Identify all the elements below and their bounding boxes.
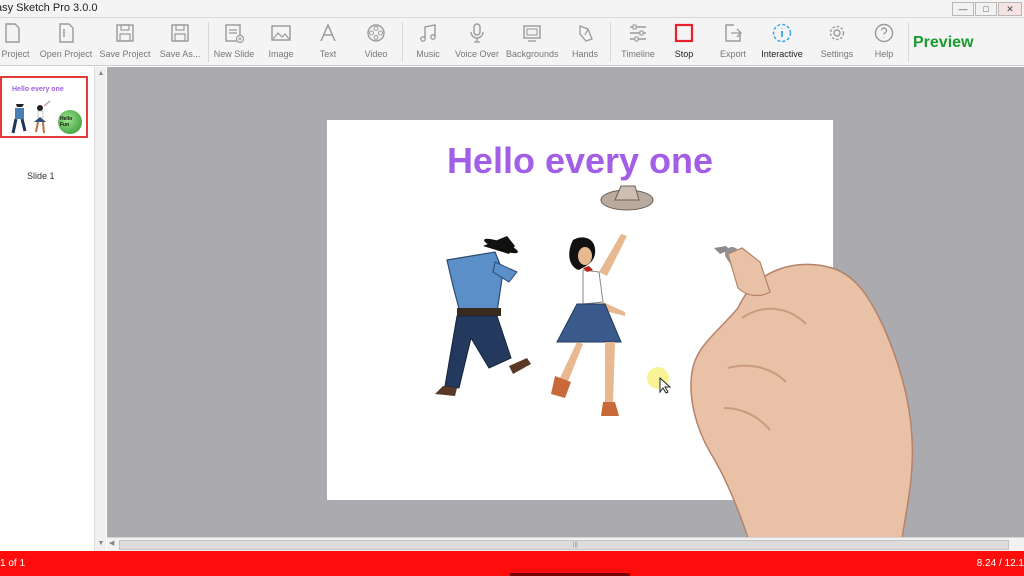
thumbnail-title: Hello every one: [12, 86, 64, 93]
music-icon: [420, 24, 436, 42]
open-project-label: Open Project: [39, 49, 93, 59]
stop-label: Stop: [674, 49, 694, 59]
open-project-button[interactable]: Open Project: [38, 18, 94, 66]
image-button[interactable]: Image: [262, 18, 300, 66]
maximize-button[interactable]: □: [975, 2, 997, 16]
settings-label: Settings: [820, 49, 854, 59]
slides-vertical-scrollbar[interactable]: ▲ ▼: [94, 67, 106, 551]
stop-icon: [674, 23, 694, 43]
image-icon: [271, 25, 291, 41]
minimize-button[interactable]: —: [952, 2, 974, 16]
backgrounds-label: Backgrounds: [506, 49, 559, 59]
help-button[interactable]: Help: [866, 18, 902, 66]
playback-time: 8.24 / 12.1: [976, 558, 1024, 569]
scroll-down-arrow-icon[interactable]: ▼: [96, 539, 106, 549]
title-bar: asy Sketch Pro 3.0.0 — □ ✕: [0, 0, 1024, 18]
new-slide-icon: [225, 24, 245, 44]
stop-button[interactable]: Stop: [666, 18, 702, 66]
hands-button[interactable]: Hands: [566, 18, 604, 66]
thumbnail-dancers-illustration: [11, 100, 51, 134]
hand-icon: [579, 25, 593, 42]
video-button[interactable]: Video: [358, 18, 394, 66]
timeline-button[interactable]: Timeline: [618, 18, 658, 66]
image-label: Image: [268, 49, 294, 59]
save-project-button[interactable]: Save Project: [98, 18, 152, 66]
voice-over-button[interactable]: Voice Over: [454, 18, 500, 66]
slide-thumbnail[interactable]: Hello every one Hello Fun: [0, 76, 88, 138]
scroll-up-arrow-icon[interactable]: ▲: [96, 69, 106, 79]
settings-button[interactable]: Settings: [816, 18, 858, 66]
open-project-icon: [59, 23, 74, 43]
save-as-icon: [171, 24, 189, 42]
help-icon: [874, 23, 894, 43]
timeline-icon: [630, 24, 646, 42]
music-label: Music: [416, 49, 440, 59]
backgrounds-icon: [523, 25, 541, 42]
new-project-button[interactable]: v Project: [0, 18, 32, 66]
voice-over-label: Voice Over: [454, 49, 500, 59]
window-title: asy Sketch Pro 3.0.0: [0, 2, 98, 14]
main-toolbar: v Project Open Project Save Project Save…: [0, 18, 1024, 66]
save-as-button[interactable]: Save As...: [156, 18, 204, 66]
scroll-left-arrow-icon[interactable]: ◀: [109, 539, 114, 547]
gear-icon: [829, 25, 845, 41]
window-controls: — □ ✕: [952, 2, 1022, 16]
dancing-couple-illustration[interactable]: [417, 180, 677, 440]
new-project-label: v Project: [0, 49, 30, 59]
drawing-hand-illustration: [690, 246, 914, 538]
toolbar-separator: [610, 22, 611, 62]
save-project-label: Save Project: [99, 49, 151, 59]
export-button[interactable]: Export: [714, 18, 752, 66]
help-label: Help: [874, 49, 894, 59]
preview-button[interactable]: Preview: [913, 34, 973, 52]
text-button[interactable]: Text: [310, 18, 346, 66]
new-slide-label: New Slide: [213, 49, 255, 59]
scrollbar-thumb[interactable]: |||: [119, 540, 1009, 550]
canvas-horizontal-scrollbar[interactable]: ◀ |||: [107, 537, 1024, 551]
backgrounds-button[interactable]: Backgrounds: [506, 18, 559, 66]
interactive-icon: [772, 23, 792, 43]
mouse-cursor-icon: [647, 367, 672, 394]
close-button[interactable]: ✕: [998, 2, 1022, 16]
new-project-icon: [5, 23, 20, 43]
interactive-label: Interactive: [761, 49, 803, 59]
save-project-icon: [116, 24, 134, 42]
timeline-label: Timeline: [621, 49, 655, 59]
interactive-button[interactable]: Interactive: [758, 18, 806, 66]
text-label: Text: [319, 49, 337, 59]
thumbnail-logo-text: Hello Fun: [60, 116, 73, 128]
scrollbar-grip-icon: |||: [573, 542, 578, 548]
export-icon: [725, 24, 742, 42]
toolbar-separator: [402, 22, 403, 62]
slide-label: Slide 1: [27, 171, 55, 181]
video-icon: [367, 24, 385, 42]
hands-label: Hands: [571, 49, 598, 59]
export-label: Export: [719, 49, 746, 59]
text-icon: [320, 23, 336, 42]
new-slide-button[interactable]: New Slide: [212, 18, 256, 66]
slide-counter: 1 of 1: [0, 558, 26, 569]
video-label: Video: [364, 49, 388, 59]
status-bar: 1 of 1 8.24 / 12.1: [0, 551, 1024, 576]
music-button[interactable]: Music: [410, 18, 446, 66]
toolbar-separator: [908, 22, 909, 62]
slide-title-text[interactable]: Hello every one: [327, 140, 833, 182]
slides-panel: Hello every one Hello Fun Slide 1: [0, 67, 106, 551]
save-as-label: Save As...: [159, 49, 201, 59]
toolbar-separator: [208, 22, 209, 62]
microphone-icon: [470, 23, 484, 43]
thumbnail-logo: Hello Fun: [58, 110, 82, 134]
